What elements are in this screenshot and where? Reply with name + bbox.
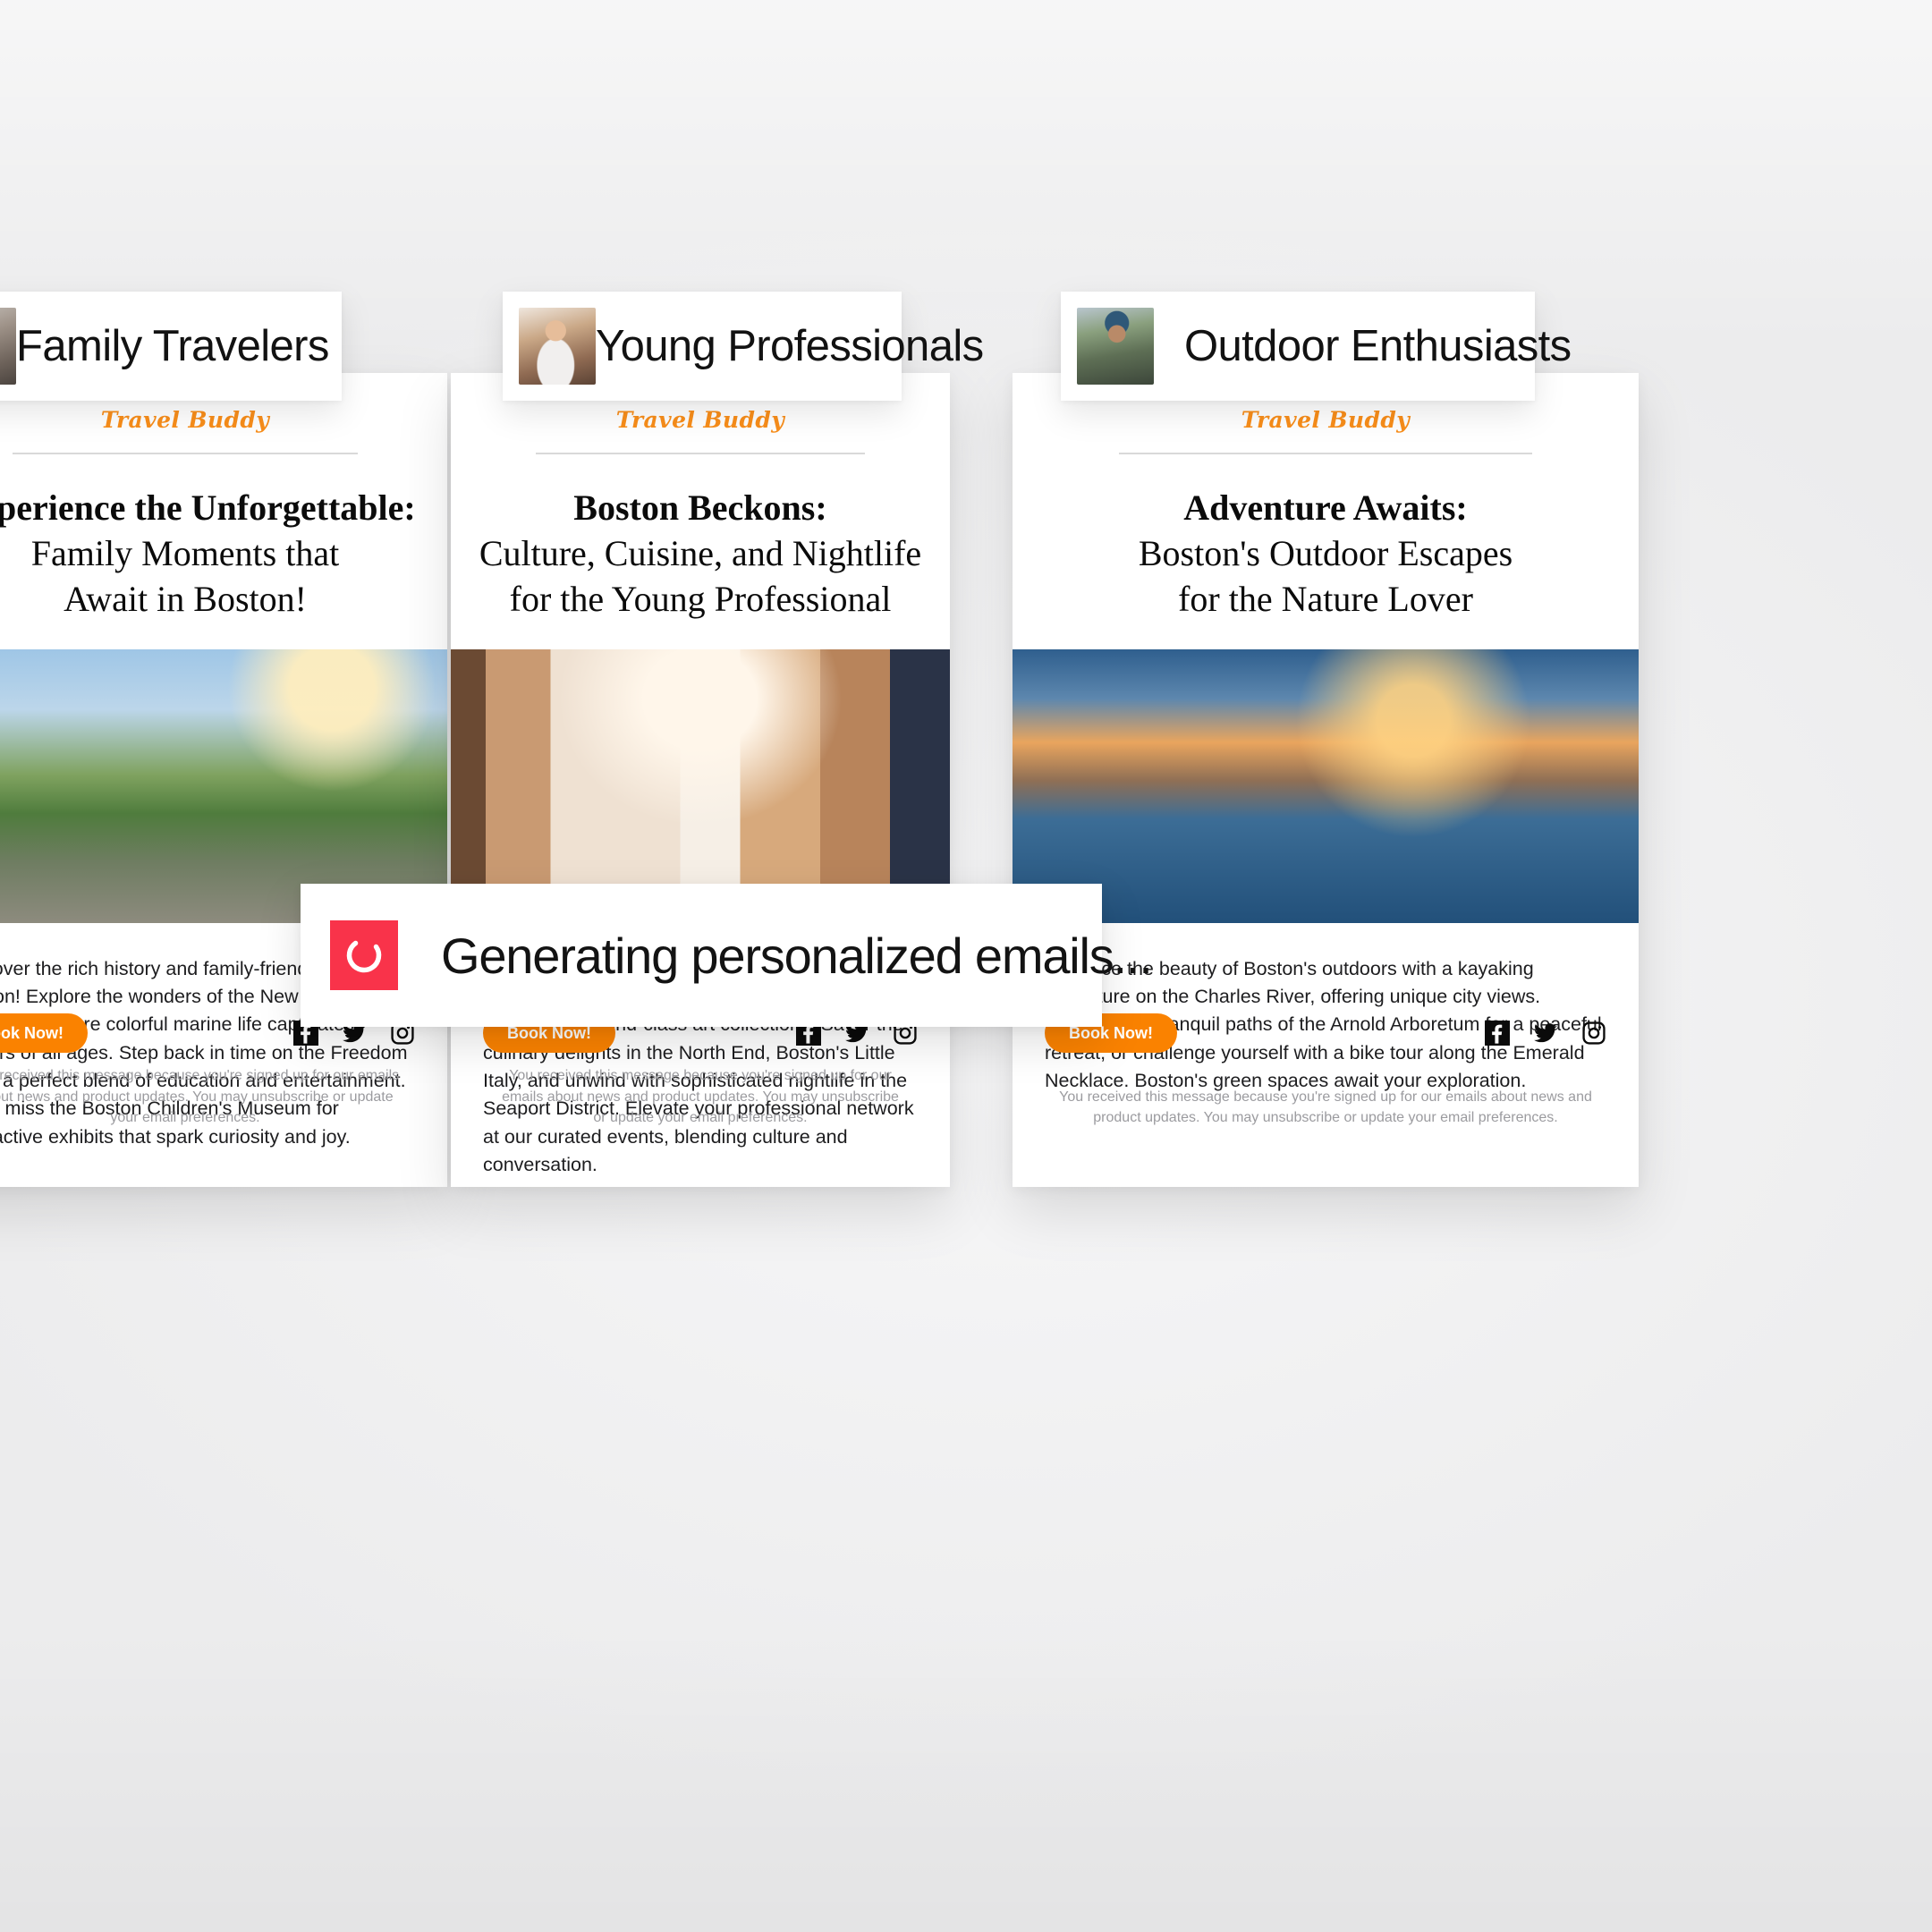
email-hero-image xyxy=(0,648,447,923)
headline-line-1: Adventure Awaits: xyxy=(1183,487,1468,528)
email-preview-card[interactable]: Travel Buddy Boston Beckons: Culture, Cu… xyxy=(451,373,950,1187)
email-headline: Experience the Unforgettable: Family Mom… xyxy=(0,485,447,623)
email-disclaimer: You received this message because you're… xyxy=(0,1068,400,1125)
email-hero-image xyxy=(451,648,950,923)
email-hero-image xyxy=(1013,648,1639,923)
social-links xyxy=(1485,1021,1606,1046)
persona-label: Young Professionals xyxy=(596,322,984,370)
persona-label: Family Travelers xyxy=(16,322,329,370)
persona-card-outdoor-enthusiasts[interactable]: Outdoor Enthusiasts xyxy=(1061,292,1572,401)
headline-line-1: Boston Beckons: xyxy=(573,487,827,528)
persona-avatar-family-traveler xyxy=(0,308,16,385)
persona-card-young-professionals[interactable]: Young Professionals xyxy=(503,292,984,401)
book-now-button[interactable]: Book Now! xyxy=(0,1013,88,1053)
email-action-row: Book Now! xyxy=(1013,1013,1639,1053)
brand-wordmark: Travel Buddy xyxy=(1241,407,1411,433)
twitter-icon[interactable] xyxy=(1532,1021,1559,1046)
headline-line-2: Boston's Outdoor Escapes xyxy=(1138,533,1513,574)
headline-line-3: Await in Boston! xyxy=(64,579,307,620)
persona-label: Outdoor Enthusiasts xyxy=(1184,322,1572,370)
email-preview-card[interactable]: Travel Buddy Adventure Awaits: Boston's … xyxy=(1013,373,1639,1187)
headline-line-1: Experience the Unforgettable: xyxy=(0,487,416,528)
brand-wordmark: Travel Buddy xyxy=(615,407,785,433)
brand-wordmark: Travel Buddy xyxy=(100,407,270,433)
persona-avatar-young-professional xyxy=(519,308,596,385)
persona-avatar-outdoor-enthusiast xyxy=(1077,308,1154,385)
email-disclaimer: You received this message because you're… xyxy=(502,1068,899,1125)
loading-message: Generating personalized emails... xyxy=(441,927,1153,984)
divider xyxy=(1119,453,1532,454)
persona-card-family-travelers[interactable]: Family Travelers xyxy=(0,292,342,401)
loading-spinner-icon xyxy=(330,920,398,990)
headline-line-2: Family Moments that xyxy=(30,533,340,574)
email-preview-card[interactable]: Travel Buddy Experience the Unforgettabl… xyxy=(0,373,447,1187)
divider xyxy=(535,453,866,454)
instagram-icon[interactable] xyxy=(1581,1021,1606,1046)
headline-line-2: Culture, Cuisine, and Nightlife xyxy=(479,533,922,574)
email-disclaimer: You received this message because you're… xyxy=(1059,1089,1592,1125)
divider xyxy=(12,453,359,454)
facebook-icon[interactable] xyxy=(1485,1021,1510,1046)
app-canvas: Family Travelers Young Professionals Out… xyxy=(0,0,1932,1932)
loading-toast: Generating personalized emails... xyxy=(301,884,1153,1027)
email-headline: Boston Beckons: Culture, Cuisine, and Ni… xyxy=(451,485,950,623)
headline-line-3: for the Nature Lover xyxy=(1178,579,1473,620)
headline-line-3: for the Young Professional xyxy=(509,579,892,620)
email-headline: Adventure Awaits: Boston's Outdoor Escap… xyxy=(1013,485,1639,623)
